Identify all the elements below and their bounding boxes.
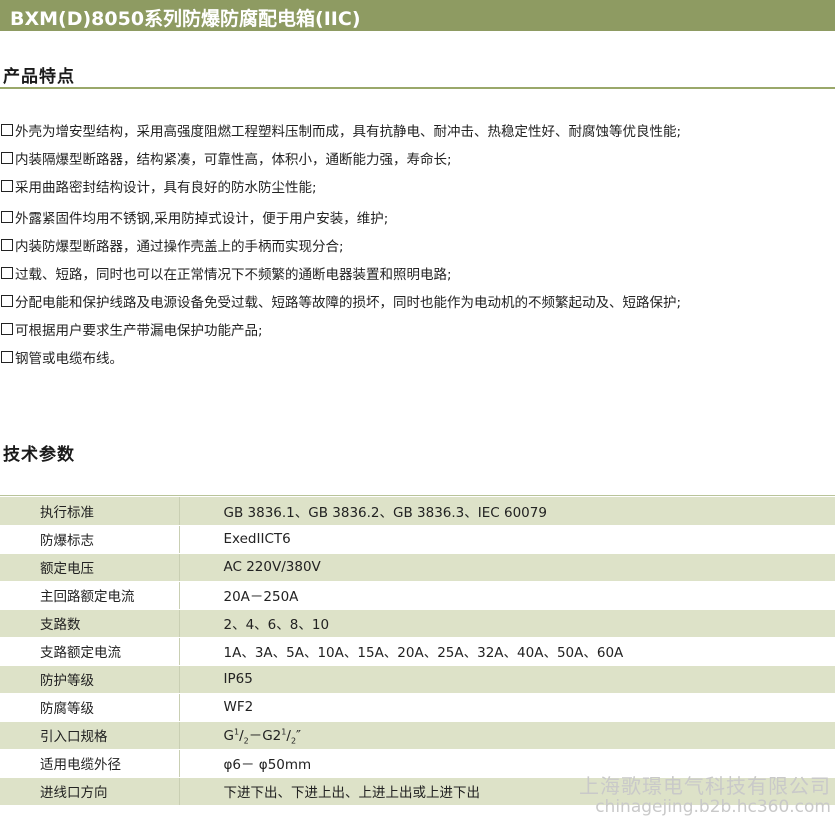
checkbox-icon: [1, 267, 13, 279]
spec-value: AC 220V/380V: [179, 553, 835, 582]
checkbox-icon: [1, 180, 13, 192]
checkbox-icon: [1, 323, 13, 335]
spec-key: 防护等级: [0, 665, 180, 694]
spec-value: WF2: [179, 693, 835, 722]
spec-key: 主回路额定电流: [0, 581, 180, 610]
spec-value: 2、4、6、8、10: [179, 609, 835, 638]
spec-key: 支路数: [0, 609, 180, 638]
spec-value: IP65: [179, 665, 835, 694]
specs-heading: 技术参数: [3, 445, 75, 465]
feature-item: 外壳为增安型结构，采用高强度阻燃工程塑料压制而成，具有抗静电、耐冲击、热稳定性好…: [1, 116, 831, 144]
table-row: 防腐等级 WF2: [0, 693, 835, 722]
table-row: 防护等级 IP65: [0, 665, 835, 694]
spec-value: ExedIICT6: [179, 525, 835, 554]
spec-value: GB 3836.1、GB 3836.2、GB 3836.3、IEC 60079: [179, 497, 835, 526]
features-heading: 产品特点: [3, 67, 75, 87]
table-row: 主回路额定电流 20A－250A: [0, 581, 835, 610]
spec-key: 防爆标志: [0, 525, 180, 554]
title-bar: BXM(D)8050系列防爆防腐配电箱(IIC): [0, 0, 835, 31]
table-row: 引入口规格 G1/2－G21/2″: [0, 721, 835, 750]
spec-key: 适用电缆外径: [0, 749, 180, 778]
watermark-url: chinagejing.b2b.hc360.com: [595, 797, 831, 817]
table-row: 支路数 2、4、6、8、10: [0, 609, 835, 638]
feature-item: 外露紧固件均用不锈钢,采用防掉式设计，便于用户安装，维护;: [1, 203, 831, 231]
feature-item: 分配电能和保护线路及电源设备免受过载、短路等故障的损坏，同时也能作为电动机的不频…: [1, 287, 831, 315]
feature-item: 内装防爆型断路器，通过操作壳盖上的手柄而实现分合;: [1, 231, 831, 259]
spec-value: 1A、3A、5A、10A、15A、20A、25A、32A、40A、50A、60A: [179, 637, 835, 666]
spec-key: 执行标准: [0, 497, 180, 526]
features-rule: [0, 87, 835, 89]
specs-table: 执行标准 GB 3836.1、GB 3836.2、GB 3836.3、IEC 60…: [0, 497, 835, 806]
checkbox-icon: [1, 239, 13, 251]
spec-key: 支路额定电流: [0, 637, 180, 666]
checkbox-icon: [1, 124, 13, 136]
watermark: 上海歌璟电气科技有限公司 chinagejing.b2b.hc360.com: [579, 770, 831, 817]
spec-key: 防腐等级: [0, 693, 180, 722]
watermark-company: 上海歌璟电气科技有限公司: [579, 774, 831, 798]
spec-value-thread: G1/2－G21/2″: [179, 721, 835, 750]
feature-item: 内装隔爆型断路器，结构紧凑，可靠性高，体积小，通断能力强，寿命长;: [1, 144, 831, 172]
spec-key: 引入口规格: [0, 721, 180, 750]
feature-item: 钢管或电缆布线。: [1, 343, 831, 371]
feature-item: 可根据用户要求生产带漏电保护功能产品;: [1, 315, 831, 343]
checkbox-icon: [1, 152, 13, 164]
features-list: 外壳为增安型结构，采用高强度阻燃工程塑料压制而成，具有抗静电、耐冲击、热稳定性好…: [1, 116, 831, 371]
specs-rule: [0, 495, 835, 496]
checkbox-icon: [1, 351, 13, 363]
table-row: 支路额定电流 1A、3A、5A、10A、15A、20A、25A、32A、40A、5…: [0, 637, 835, 666]
table-row: 防爆标志 ExedIICT6: [0, 525, 835, 554]
feature-item: 过载、短路，同时也可以在正常情况下不频繁的通断电器装置和照明电路;: [1, 259, 831, 287]
checkbox-icon: [1, 211, 13, 223]
feature-item: 采用曲路密封结构设计，具有良好的防水防尘性能;: [1, 172, 831, 200]
spec-value: 20A－250A: [179, 581, 835, 610]
page-title: BXM(D)8050系列防爆防腐配电箱(IIC): [10, 8, 361, 30]
table-row: 执行标准 GB 3836.1、GB 3836.2、GB 3836.3、IEC 60…: [0, 497, 835, 526]
table-row: 额定电压 AC 220V/380V: [0, 553, 835, 582]
spec-key: 额定电压: [0, 553, 180, 582]
spec-key: 进线口方向: [0, 777, 180, 806]
checkbox-icon: [1, 295, 13, 307]
